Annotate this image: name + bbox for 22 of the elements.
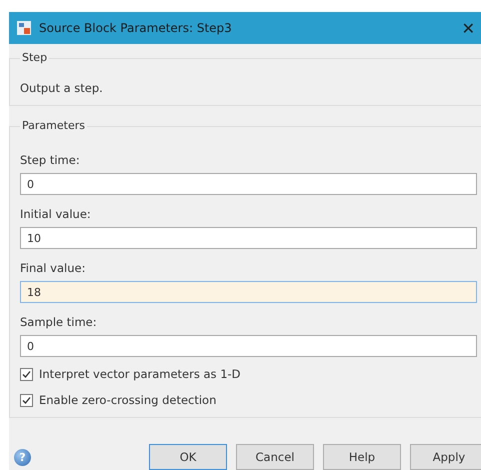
text-field[interactable]: 18 <box>20 281 477 303</box>
checkbox[interactable] <box>20 368 33 380</box>
field-label: Step time: <box>20 153 81 167</box>
window-title: Source Block Parameters: Step3 <box>39 21 233 35</box>
dialog-button[interactable]: OK <box>149 444 227 470</box>
close-button[interactable]: ✕ <box>462 18 475 38</box>
checkbox-label: Interpret vector parameters as 1-D <box>39 367 241 381</box>
text-field[interactable]: 10 <box>20 227 477 249</box>
dialog-button[interactable]: Help <box>323 444 401 470</box>
text-field[interactable]: 0 <box>20 173 477 195</box>
block-icon <box>17 21 31 35</box>
dialog-button[interactable]: Apply <box>410 444 481 470</box>
field-label: Final value: <box>20 261 86 275</box>
group-title: Parameters <box>20 119 87 132</box>
field-label: Initial value: <box>20 207 92 221</box>
checkbox[interactable] <box>20 394 33 406</box>
text-field[interactable]: 0 <box>20 335 477 357</box>
dialog-button[interactable]: Cancel <box>236 444 314 470</box>
group-title: Step <box>20 51 50 64</box>
field-label: Sample time: <box>20 315 98 329</box>
checkbox-label: Enable zero-crossing detection <box>39 393 216 407</box>
block-description: Output a step. <box>20 81 104 95</box>
